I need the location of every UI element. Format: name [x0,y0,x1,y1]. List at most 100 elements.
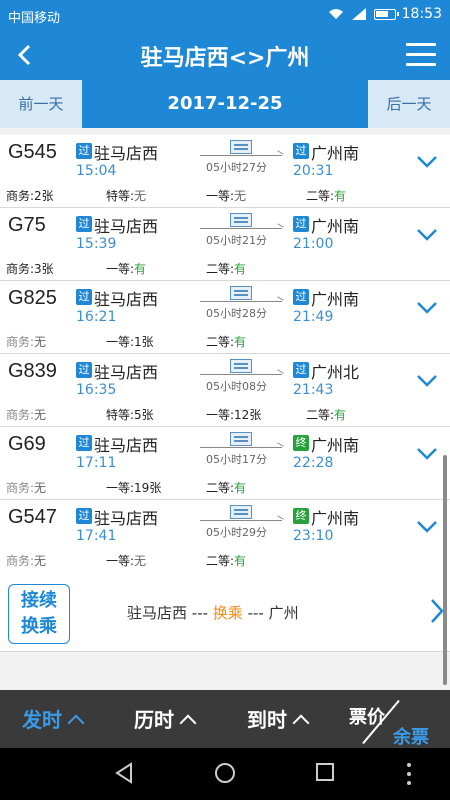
transfer-separator: --- [187,604,213,622]
arrival-station: 广州南 [311,436,360,455]
departure-station: 驻马店西 [94,144,159,163]
chevron-down-icon[interactable] [416,447,438,461]
seat-class: 一等: [106,335,135,349]
pass-badge: 过 [293,143,309,159]
next-day-button[interactable]: 后一天 [368,80,450,128]
carrier-name: 中国移动 [8,11,61,26]
chevron-up-icon [67,714,85,732]
seat-class: 二等: [306,189,335,203]
seat-info: 二等:有 [306,187,346,204]
sort-duration-button[interactable]: 历时 [134,704,197,733]
wifi-icon [328,9,343,19]
travel-duration: 05小时28分 [206,307,267,320]
nav-more-icon[interactable] [405,762,413,786]
sort-bar: 发时 历时 到时 票价 余票 [0,690,450,748]
departure-time: 16:21 [76,309,117,325]
train-row[interactable]: G75 过驻马店西 15:39 05小时21分过广州南 21:00 商务:3张 一等:有 二等… [0,208,450,281]
nav-back-icon[interactable] [113,762,135,784]
sort-remaining-label: 余票 [393,727,429,748]
seat-info: 一等:无 [106,552,146,569]
seat-info: 特等:无 [106,187,146,204]
nav-recent-icon[interactable] [315,762,335,782]
chevron-down-icon[interactable] [416,228,438,242]
scrollbar[interactable] [443,455,447,685]
seat-availability: 无 [34,481,47,495]
departure-time: 15:04 [76,163,117,179]
seat-availability: 有 [234,262,247,276]
seat-info: 一等:有 [106,260,146,277]
sort-arrive-button[interactable]: 到时 [247,704,310,733]
seat-info: 一等:19张 [106,479,161,496]
train-row[interactable]: G547 过驻马店西 17:41 05小时29分终广州南 23:10 商务:无 一等:无 二等… [0,500,450,573]
transfer-button[interactable]: 接续 换乘 [8,584,70,644]
arrival-station: 广州南 [311,290,360,309]
pass-badge: 过 [76,143,92,159]
arrival-time: 21:43 [293,382,334,398]
seat-class: 商务: [6,408,35,422]
arrival-station: 广州南 [311,144,360,163]
pass-badge: 过 [76,289,92,305]
chevron-down-icon[interactable] [416,374,438,388]
seat-availability: 有 [334,189,347,203]
departure-time: 16:35 [76,382,117,398]
train-row[interactable]: G69 过驻马店西 17:11 05小时17分 终广州南 22:28 商务:无 一等:19张 二… [0,427,450,500]
seat-class: 一等: [206,408,235,422]
train-row[interactable]: G839 过驻马店西 16:35 05小时08分过广州北 21:43 商务:无 特等:5张一… [0,354,450,427]
prev-day-button[interactable]: 前一天 [0,80,82,128]
seat-class: 商务: [6,189,35,203]
menu-icon[interactable] [406,43,436,67]
seat-class: 特等: [106,408,135,422]
arrival-time: 20:31 [293,163,334,179]
seat-class: 二等: [206,262,235,276]
departure-time: 15:39 [76,236,117,252]
travel-duration: 05小时08分 [206,380,267,393]
battery-icon [373,8,399,20]
arrival-station: 广州南 [311,509,360,528]
seat-availability: 无 [34,554,47,568]
seat-class: 一等: [106,481,135,495]
chevron-right-icon[interactable] [430,598,444,624]
chevron-down-icon[interactable] [416,301,438,315]
pass-badge: 过 [76,362,92,378]
transfer-route: 驻马店西 --- 换乘 --- 广州 [127,602,299,623]
train-row[interactable]: G825 过驻马店西 16:21 05小时28分过广州南 21:49 商务:无 一等:1张二… [0,281,450,354]
sort-arrive-label: 到时 [247,708,287,732]
chevron-up-icon [179,714,197,732]
arrival-station: 广州北 [311,363,360,382]
arrow-line [200,155,282,156]
chevron-down-icon[interactable] [416,155,438,169]
train-number: G69 [8,433,46,455]
seat-class: 商务: [6,262,35,276]
sort-duration-label: 历时 [134,708,174,732]
transfer-mid: 换乘 [212,604,243,622]
seat-class: 一等: [206,189,235,203]
seat-class: 一等: [106,554,135,568]
seat-class: 特等: [106,189,135,203]
seat-availability: 无 [134,189,147,203]
pass-badge: 过 [76,216,92,232]
date-bar: 前一天 2017-12-25 后一天 [0,80,450,128]
transfer-row[interactable]: 接续 换乘 驻马店西 --- 换乘 --- 广州 [0,572,450,652]
current-date[interactable]: 2017-12-25 [82,80,368,128]
arrow-line [200,520,282,521]
system-nav-bar [0,748,450,800]
sort-depart-button[interactable]: 发时 [22,704,85,733]
chevron-down-icon[interactable] [416,520,438,534]
nav-home-icon[interactable] [214,762,236,784]
seat-info: 商务:无 [6,479,46,496]
train-number: G825 [8,287,57,309]
seat-info: 二等:有 [206,333,246,350]
seat-info: 一等:1张 [106,333,154,350]
terminal-badge: 终 [293,435,309,451]
travel-duration: 05小时17分 [206,453,267,466]
ticket-icon [230,359,252,373]
travel-duration: 05小时29分 [206,526,267,539]
train-row[interactable]: G545 过驻马店西 15:04 05小时27分过广州南 20:31 商务:2张 特等:无一… [0,135,450,208]
seat-info: 商务:3张 [6,260,54,277]
train-number: G545 [8,141,57,163]
seat-info: 特等:5张 [106,406,154,423]
status-bar: 中国移动 18:53 [0,0,450,30]
sort-price-button[interactable]: 票价 余票 [345,690,445,748]
seat-info: 商务:无 [6,333,46,350]
sort-depart-label: 发时 [22,708,62,732]
